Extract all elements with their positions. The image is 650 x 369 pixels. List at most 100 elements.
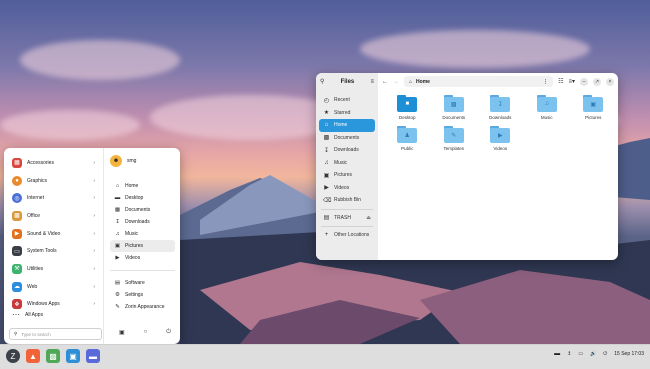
category-office[interactable]: ▩ Office › (9, 207, 98, 225)
lock-icon[interactable]: ○ (144, 329, 148, 336)
download-icon: ↧ (115, 219, 120, 225)
user-account[interactable]: ☻ smg (110, 154, 175, 168)
folder-public[interactable]: ♟ Public (384, 126, 431, 151)
document-icon: ▩ (323, 135, 330, 142)
category-label: Sound & Video (27, 230, 61, 237)
app-menu: ▦ Accessories › ● Graphics › ◎ Internet › ▩ Off… (4, 148, 180, 344)
chevron-right-icon: › (93, 195, 95, 202)
system-zorin-appearance[interactable]: ✎ Zorin Appearance (110, 301, 175, 313)
search-placeholder: Type to search (21, 331, 51, 337)
home-icon: ⌂ (409, 78, 413, 85)
download-icon: ↧ (323, 147, 330, 154)
sidebar-item-downloads[interactable]: ↧ Downloads (319, 144, 375, 157)
cloud-icon: ☁ (12, 281, 22, 292)
sidebar-item-videos[interactable]: ▶ Videos (319, 182, 375, 195)
system-settings[interactable]: ⚙ Settings (110, 289, 175, 301)
screenshot-icon[interactable]: ▣ (119, 329, 125, 336)
sidebar-item-documents[interactable]: ▩ Documents (319, 132, 375, 145)
folder-label: Music (540, 115, 553, 120)
sidebar-item-pictures[interactable]: ▣ Pictures (319, 169, 375, 182)
menu-icon[interactable]: ≡ (370, 79, 374, 85)
music-icon: ♫ (115, 231, 120, 237)
sidebar-item-rubbish-bin[interactable]: ⌫ Rubbish Bin (319, 194, 375, 207)
close-icon[interactable]: × (606, 77, 614, 86)
folder-downloads[interactable]: ↧ Downloads (477, 95, 524, 120)
category-utilities[interactable]: ⚒ Utilities › (9, 260, 98, 278)
folder-icon: ↧ (490, 95, 511, 112)
minimize-icon[interactable]: – (580, 77, 588, 86)
sidebar-item-label: Pictures (334, 172, 353, 179)
chevron-right-icon: › (93, 230, 95, 237)
category-sound-video[interactable]: ▶ Sound & Video › (9, 225, 98, 243)
taskbar: Z ▲ ▩ ▣ ▬ ▬ ↥ ▭ 🔊 ⏻ 15 Sep 17:03 (0, 344, 650, 369)
category-accessories[interactable]: ▦ Accessories › (9, 154, 98, 172)
star-icon: ★ (323, 110, 330, 117)
utilities-icon: ⚒ (12, 263, 22, 274)
category-label: Internet (27, 195, 44, 202)
search-input[interactable]: ⚲ Type to search (9, 328, 102, 340)
files-main: ← → ⌂ Home ⋮ ☷ ≡▾ – ↗ × ■ Desktop ▩ Docu… (378, 73, 618, 260)
category-system-tools[interactable]: ▭ System Tools › (9, 242, 98, 260)
power-icon[interactable]: ⏻ (166, 329, 171, 336)
all-apps-button[interactable]: ⋯ All Apps (12, 310, 43, 319)
drive-icon: ▤ (323, 215, 330, 222)
more-options-icon[interactable]: ⋮ (543, 79, 548, 85)
place-home[interactable]: ⌂ Home (110, 180, 175, 192)
folder-icon: ♫ (536, 95, 557, 112)
eject-icon[interactable]: ⏏ (366, 215, 371, 221)
search-icon[interactable]: ⚲ (320, 78, 324, 85)
folder-documents[interactable]: ▩ Documents (431, 95, 478, 120)
view-options-icon[interactable]: ☷ (558, 78, 563, 85)
category-label: Accessories (27, 159, 54, 166)
zorin-menu-icon[interactable]: Z (6, 349, 20, 363)
folder-icon: ✎ (443, 126, 464, 143)
folder-templates[interactable]: ✎ Templates (431, 126, 478, 151)
video-icon: ▶ (324, 185, 329, 192)
place-desktop[interactable]: ▬ Desktop (110, 192, 175, 204)
sidebar-item-other-locations[interactable]: + Other Locations (319, 229, 375, 242)
sidebar-divider (321, 208, 373, 210)
display-icon[interactable]: ▭ (578, 351, 583, 357)
app-menu-categories: ▦ Accessories › ● Graphics › ◎ Internet › ▩ Off… (4, 148, 104, 344)
folder-music[interactable]: ♫ Music (524, 95, 571, 120)
category-internet[interactable]: ◎ Internet › (9, 189, 98, 207)
software-store-icon[interactable]: ▣ (66, 349, 80, 363)
sidebar-item-music[interactable]: ♫ Music (319, 157, 375, 170)
path-bar[interactable]: ⌂ Home ⋮ (404, 76, 554, 87)
volume-icon[interactable]: 🔊 (590, 351, 596, 357)
maximize-icon[interactable]: ↗ (593, 77, 601, 86)
clock[interactable]: 15 Sep 17:03 (614, 351, 644, 357)
system-software[interactable]: ▤ Software (110, 277, 175, 289)
category-label: Web (27, 283, 38, 290)
folder-videos[interactable]: ▶ Videos (477, 126, 524, 151)
chevron-right-icon: › (93, 159, 95, 166)
place-pictures[interactable]: ▣ Pictures (110, 240, 175, 252)
chevron-right-icon: › (93, 301, 95, 308)
power-icon[interactable]: ⏻ (603, 351, 607, 357)
brave-browser-icon[interactable]: ▲ (26, 349, 40, 363)
category-web[interactable]: ☁ Web › (9, 278, 98, 296)
place-documents[interactable]: ▩ Documents (110, 204, 175, 216)
files-headerbar: ← → ⌂ Home ⋮ ☷ ≡▾ – ↗ × (378, 73, 618, 90)
globe-icon: ◎ (12, 193, 22, 204)
sidebar-item-trash-drive[interactable]: ▤ TRASH ⏏ (319, 212, 375, 225)
sidebar-item-home[interactable]: ⌂ Home (319, 119, 375, 132)
folder-label: Documents (442, 115, 466, 120)
category-graphics[interactable]: ● Graphics › (9, 172, 98, 190)
forward-icon[interactable]: → (393, 79, 399, 85)
sidebar-item-starred[interactable]: ★ Starred (319, 107, 375, 120)
place-downloads[interactable]: ↧ Downloads (110, 216, 175, 228)
category-label: Windows Apps (27, 301, 60, 308)
place-music[interactable]: ♫ Music (110, 228, 175, 240)
place-videos[interactable]: ▶ Videos (110, 252, 175, 264)
home-icon: ⌂ (115, 183, 120, 189)
files-app-icon[interactable]: ▩ (46, 349, 60, 363)
app-icon[interactable]: ▬ (86, 349, 100, 363)
sidebar-item-recent[interactable]: ◴ Recent (319, 94, 375, 107)
battery-icon[interactable]: ▬ (554, 351, 560, 357)
upload-icon[interactable]: ↥ (567, 351, 571, 357)
back-icon[interactable]: ← (382, 79, 388, 85)
folder-desktop[interactable]: ■ Desktop (384, 95, 431, 120)
list-view-icon[interactable]: ≡▾ (568, 78, 575, 85)
folder-pictures[interactable]: ▣ Pictures (570, 95, 617, 120)
